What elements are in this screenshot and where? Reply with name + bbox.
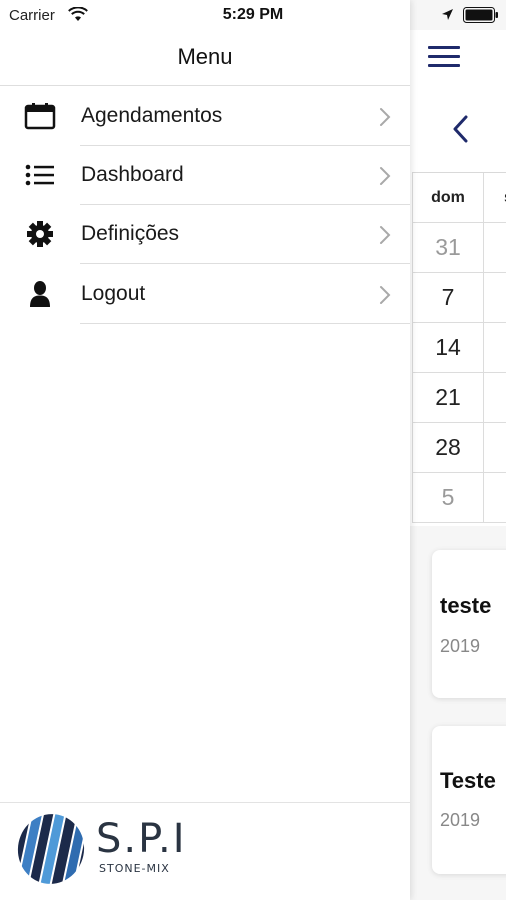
event-date: 2019 xyxy=(440,636,481,656)
calendar-day[interactable]: 14 xyxy=(412,323,484,372)
battery-icon xyxy=(463,7,498,23)
menu-item-agendamentos[interactable]: Agendamentos xyxy=(0,86,410,146)
user-icon xyxy=(30,281,50,307)
calendar-day[interactable]: 31 xyxy=(412,223,484,272)
event-title: Teste xyxy=(440,768,496,793)
calendar-header-row: dom s xyxy=(412,173,506,223)
calendar-day[interactable]: 21 xyxy=(412,373,484,422)
chevron-right-icon xyxy=(380,167,391,185)
calendar-day[interactable]: 5 xyxy=(412,473,484,522)
calendar-day[interactable]: 7 xyxy=(412,273,484,322)
chevron-right-icon xyxy=(380,286,391,304)
status-time: 5:29 PM xyxy=(222,6,284,23)
menu-item-label: Dashboard xyxy=(81,163,184,186)
logo-subtext: STONE-MIX xyxy=(99,862,170,875)
menu-item-label: Logout xyxy=(81,282,146,305)
menu-item-definicoes[interactable]: Definições xyxy=(0,204,410,264)
side-menu-drawer: Menu Agendamentos Dashboard Definições L… xyxy=(0,0,410,900)
hamburger-menu-icon[interactable] xyxy=(428,46,460,70)
day-header-sunday: dom xyxy=(412,173,484,222)
logo-text: S.P.I xyxy=(96,816,187,862)
chevron-right-icon xyxy=(380,108,391,126)
calendar-icon xyxy=(24,103,56,130)
menu-item-dashboard[interactable]: Dashboard xyxy=(0,145,410,205)
event-date: 2019 xyxy=(440,810,481,830)
gear-icon xyxy=(27,221,53,247)
divider xyxy=(0,802,410,803)
menu-item-label: Definições xyxy=(81,222,180,245)
calendar-grid: dom s 31 7 14 21 28 5 xyxy=(412,172,506,523)
list-icon xyxy=(25,164,54,186)
event-card[interactable] xyxy=(432,726,506,874)
previous-month-chevron-icon[interactable] xyxy=(450,114,472,144)
divider xyxy=(80,323,410,324)
event-title: teste xyxy=(440,593,492,618)
chevron-right-icon xyxy=(380,226,391,244)
menu-item-label: Agendamentos xyxy=(81,104,223,127)
event-card[interactable] xyxy=(432,550,506,698)
background-screen: dom s 31 7 14 21 28 5 teste 2019 Teste 2… xyxy=(410,0,506,900)
location-arrow-icon xyxy=(442,9,453,20)
menu-item-logout[interactable]: Logout xyxy=(0,264,410,324)
menu-title: Menu xyxy=(177,44,233,69)
status-bar: Carrier 5:29 PM xyxy=(0,0,506,30)
calendar-day[interactable]: 28 xyxy=(412,423,484,472)
